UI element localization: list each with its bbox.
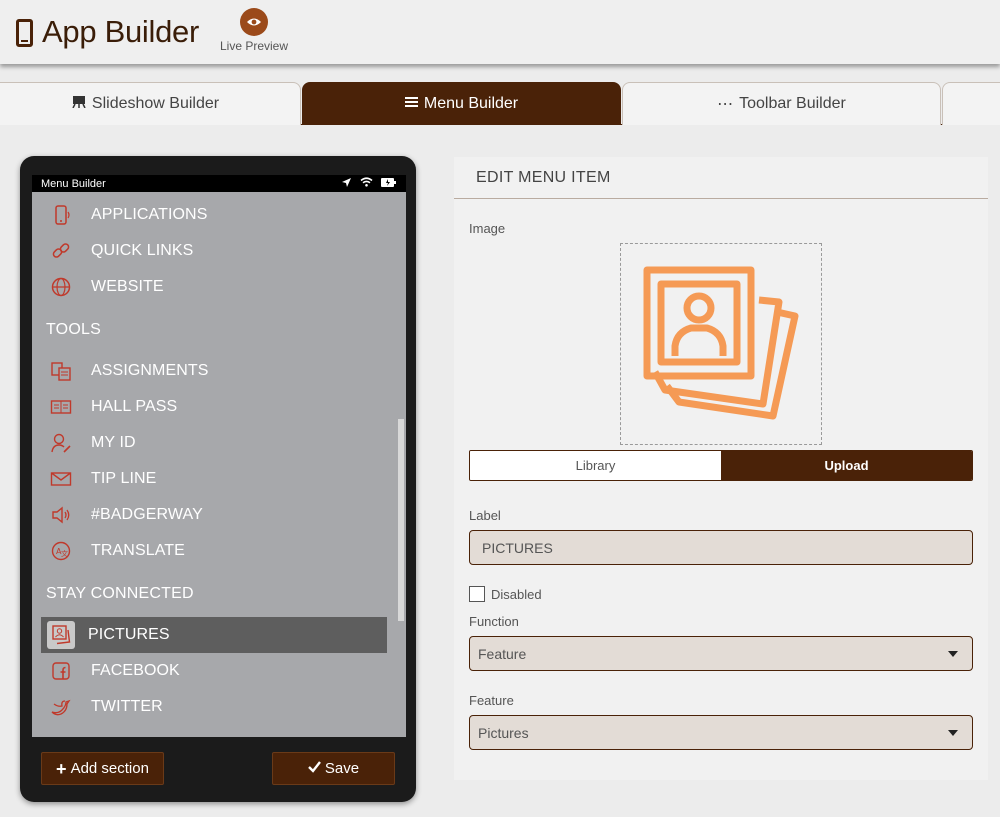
feature-select-value: Pictures [478, 724, 529, 741]
app-header: App Builder Live Preview [0, 0, 1000, 64]
menu-item-translate[interactable]: A文 TRANSLATE [41, 533, 387, 569]
status-title: Menu Builder [41, 177, 106, 190]
checkmark-icon [308, 760, 321, 777]
upload-button[interactable]: Upload [721, 451, 972, 480]
easel-icon [72, 95, 86, 113]
battery-icon [381, 177, 396, 190]
feature-select[interactable]: Pictures [469, 715, 973, 750]
caret-down-icon [948, 729, 958, 736]
menu-item-website[interactable]: WEBSITE [41, 269, 387, 305]
tab-label: Menu Builder [423, 95, 519, 112]
image-preview[interactable] [620, 243, 822, 445]
save-button[interactable]: Save [272, 752, 395, 785]
tab-toolbar-builder[interactable]: ⋯ Toolbar Builder [622, 82, 941, 125]
link-icon [50, 240, 72, 262]
menu-item-assignments[interactable]: ASSIGNMENTS [41, 353, 387, 389]
menu-item-facebook[interactable]: FACEBOOK [41, 653, 387, 689]
section-tools[interactable]: TOOLS [46, 321, 101, 339]
phone-preview: Menu Builder APPLICATIONS QUICK LINKS WE… [20, 156, 416, 802]
wifi-icon [360, 177, 373, 190]
tab-menu-builder[interactable]: Menu Builder [302, 82, 621, 125]
menu-icon [404, 95, 418, 113]
menu-item-tip-line[interactable]: TIP LINE [41, 461, 387, 497]
feature-label: Feature [469, 693, 514, 708]
disabled-label: Disabled [491, 587, 542, 602]
user-edit-icon [50, 432, 72, 454]
hall-pass-icon [50, 396, 72, 418]
envelope-icon [50, 468, 72, 490]
pictures-icon [47, 621, 75, 649]
menu-item-badgerway[interactable]: #BADGERWAY [41, 497, 387, 533]
plus-icon: + [56, 758, 67, 779]
tab-label: Slideshow Builder [91, 95, 220, 112]
location-icon [341, 177, 352, 191]
status-bar: Menu Builder [32, 175, 406, 192]
globe-icon [50, 276, 72, 298]
facebook-icon [50, 660, 72, 682]
tab-label: Toolbar Builder [739, 95, 846, 112]
function-select[interactable]: Feature [469, 636, 973, 671]
label-field-label: Label [469, 508, 501, 523]
assignments-icon [50, 360, 72, 382]
megaphone-icon [50, 504, 72, 526]
tab-more[interactable] [942, 82, 1000, 125]
menu-item-hall-pass[interactable]: HALL PASS [41, 389, 387, 425]
library-button[interactable]: Library [470, 451, 721, 480]
menu-item-pictures[interactable]: PICTURES [41, 617, 387, 653]
menu-item-twitter[interactable]: TWITTER [41, 689, 387, 725]
menu-item-my-id[interactable]: MY ID [41, 425, 387, 461]
disabled-checkbox[interactable] [469, 586, 485, 602]
mobile-icon [50, 204, 72, 226]
label-input-value: PICTURES [482, 539, 553, 556]
app-title: App Builder [42, 14, 199, 49]
translate-icon: A文 [50, 540, 72, 562]
twitter-icon [50, 696, 72, 718]
function-label: Function [469, 614, 519, 629]
add-section-button[interactable]: + Add section [41, 752, 164, 785]
live-preview-button[interactable]: Live Preview [218, 8, 290, 53]
phone-screen: Menu Builder APPLICATIONS QUICK LINKS WE… [32, 175, 406, 737]
edit-menu-item-panel: EDIT MENU ITEM Image Library Upload Labe… [454, 157, 988, 780]
menu-item-quick-links[interactable]: QUICK LINKS [41, 233, 387, 269]
menu-item-applications[interactable]: APPLICATIONS [41, 197, 387, 233]
caret-down-icon [948, 650, 958, 657]
section-stay-connected[interactable]: STAY CONNECTED [46, 585, 194, 603]
phone-icon [16, 19, 33, 47]
eye-icon [240, 8, 268, 36]
ellipsis-icon: ⋯ [717, 96, 734, 113]
function-select-value: Feature [478, 645, 527, 662]
image-source-toggle: Library Upload [469, 450, 973, 481]
pictures-icon [643, 266, 799, 420]
label-input[interactable]: PICTURES [469, 530, 973, 565]
tab-slideshow-builder[interactable]: Slideshow Builder [0, 82, 301, 125]
menu-scrollbar[interactable] [398, 419, 404, 621]
image-label: Image [469, 221, 506, 236]
builder-tabs: Slideshow Builder Menu Builder ⋯ Toolbar… [0, 82, 1000, 125]
phone-actions: + Add section Save [20, 737, 416, 802]
live-preview-label: Live Preview [219, 39, 289, 53]
panel-title: EDIT MENU ITEM [454, 157, 988, 199]
svg-text:文: 文 [61, 549, 68, 558]
